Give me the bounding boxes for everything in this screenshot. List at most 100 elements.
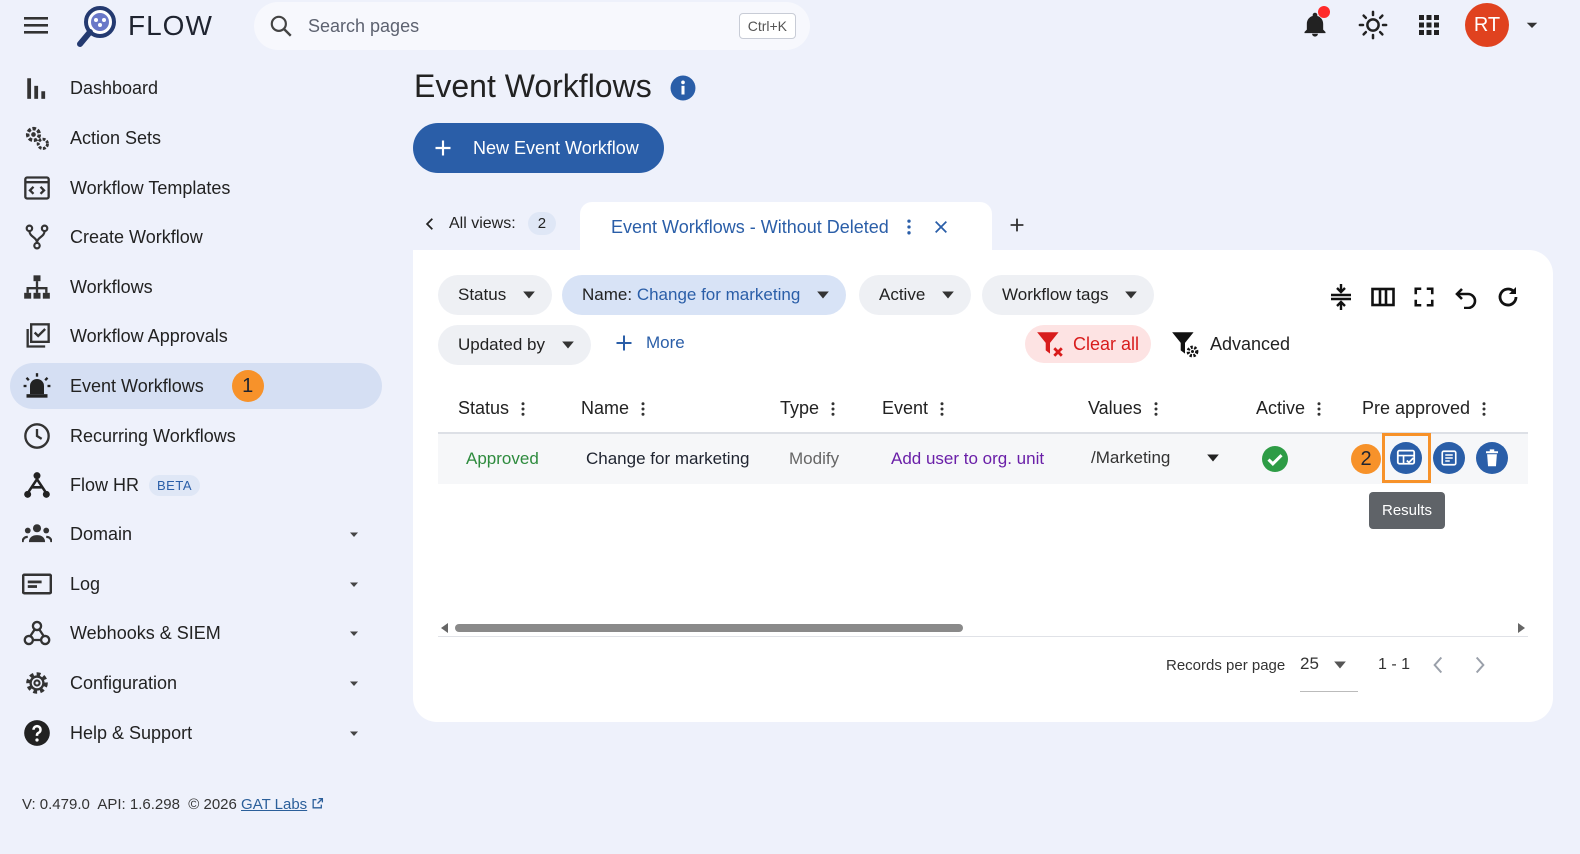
column-header-values[interactable]: Values	[1088, 398, 1160, 419]
advanced-filter-button[interactable]: Advanced	[1170, 329, 1290, 359]
clear-all-label: Clear all	[1073, 333, 1140, 354]
more-vert-icon[interactable]	[1480, 400, 1488, 418]
step-badge: 1	[231, 370, 264, 402]
column-header-type[interactable]: Type	[780, 398, 837, 419]
sidebar-item-action-sets[interactable]: Action Sets	[10, 115, 382, 161]
more-vert-icon[interactable]	[1152, 400, 1160, 418]
caret-down-icon	[942, 291, 955, 299]
more-vert-icon[interactable]	[519, 400, 527, 418]
info-icon	[670, 75, 696, 101]
caret-down-icon	[1334, 661, 1346, 669]
scroll-left-icon[interactable]	[441, 623, 449, 633]
apps-button[interactable]	[1412, 8, 1446, 42]
sidebar-item-flow-hr[interactable]: Flow HR BETA	[10, 462, 382, 508]
sidebar-item-recurring-workflows[interactable]: Recurring Workflows	[10, 413, 382, 459]
user-menu-button[interactable]	[1523, 16, 1541, 34]
column-header-pre-approved[interactable]: Pre approved	[1362, 398, 1488, 419]
copyright: © 2026	[188, 796, 237, 813]
more-vert-icon[interactable]	[639, 400, 647, 418]
search-input[interactable]	[308, 15, 708, 37]
sidebar-item-configuration[interactable]: Configuration	[10, 660, 382, 706]
all-views-button[interactable]: All views: 2	[423, 212, 557, 235]
sidebar-item-create-workflow[interactable]: Create Workflow	[10, 214, 382, 260]
sidebar-item-dashboard[interactable]: Dashboard	[10, 65, 382, 111]
fullscreen-button[interactable]	[1409, 282, 1439, 312]
column-header-label: Pre approved	[1362, 398, 1471, 418]
notifications-button[interactable]	[1298, 6, 1332, 42]
sun-icon	[1358, 10, 1388, 40]
refresh-button[interactable]	[1493, 282, 1523, 312]
filter-active[interactable]: Active	[859, 275, 972, 315]
sidebar-item-webhooks-siem[interactable]: Webhooks & SIEM	[10, 610, 382, 656]
column-header-status[interactable]: Status	[458, 398, 527, 419]
sidebar-item-domain[interactable]: Domain	[10, 511, 382, 557]
more-filters-label: More	[646, 333, 685, 352]
row-values-select[interactable]: /Marketing	[1091, 448, 1220, 468]
column-header-active[interactable]: Active	[1256, 398, 1323, 419]
tab-event-workflows-without-deleted[interactable]: Event Workflows - Without Deleted	[580, 202, 992, 252]
sidebar-item-label: Dashboard	[70, 77, 159, 98]
app-version: V: 0.479.0	[22, 796, 90, 813]
template-icon	[22, 173, 52, 203]
sidebar-item-label: Workflows	[70, 276, 153, 297]
columns-button[interactable]	[1368, 282, 1398, 312]
density-button[interactable]	[1326, 282, 1356, 312]
filter-settings-icon	[1172, 332, 1199, 358]
column-header-label: Event	[882, 398, 929, 418]
sidebar-item-event-workflows[interactable]: Event Workflows 1	[10, 363, 382, 409]
filter-status[interactable]: Status	[438, 275, 553, 315]
webhook-icon	[22, 618, 52, 648]
caret-down-icon	[1207, 454, 1220, 462]
new-event-workflow-button[interactable]: New Event Workflow	[413, 123, 664, 173]
tab-options-button[interactable]	[903, 217, 915, 237]
delete-button[interactable]	[1476, 442, 1508, 474]
row-status: Approved	[466, 449, 539, 468]
more-vert-icon[interactable]	[938, 400, 946, 418]
filter-workflow-tags[interactable]: Workflow tags	[982, 275, 1155, 315]
more-vert-icon[interactable]	[829, 400, 837, 418]
sidebar-item-workflows[interactable]: Workflows	[10, 264, 382, 310]
user-avatar[interactable]: RT	[1465, 3, 1509, 47]
more-filters-button[interactable]: More	[614, 333, 685, 353]
filter-name[interactable]: Name: Change for marketing	[562, 275, 847, 315]
column-header-name[interactable]: Name	[581, 398, 647, 419]
sidebar-item-log[interactable]: Log	[10, 561, 382, 607]
scroll-right-icon[interactable]	[1517, 623, 1525, 633]
records-per-page-select[interactable]: 25	[1300, 654, 1358, 692]
undo-button[interactable]	[1451, 282, 1481, 312]
table-panel	[413, 250, 1553, 722]
flow-logo-icon	[77, 6, 116, 47]
caret-down-icon	[1125, 291, 1138, 299]
add-view-button[interactable]	[1006, 214, 1028, 236]
app-logo[interactable]: FLOW	[76, 4, 213, 48]
next-page-button[interactable]	[1473, 655, 1487, 675]
sidebar-item-workflow-templates[interactable]: Workflow Templates	[10, 165, 382, 211]
row-event-link[interactable]: Add user to org. unit	[891, 449, 1044, 469]
details-button[interactable]	[1433, 442, 1465, 474]
more-vert-icon	[907, 219, 911, 235]
previous-page-button[interactable]	[1431, 655, 1445, 675]
sidebar-item-label: Workflow Approvals	[70, 325, 228, 346]
info-button[interactable]	[670, 75, 696, 101]
filter-name-key: Name:	[582, 285, 633, 304]
clear-all-filters-button[interactable]: Clear all	[1025, 325, 1152, 363]
sidebar-item-workflow-approvals[interactable]: Workflow Approvals	[10, 313, 382, 359]
theme-toggle-button[interactable]	[1356, 8, 1390, 42]
more-vert-icon[interactable]	[1315, 400, 1323, 418]
scrollbar-thumb[interactable]	[455, 624, 963, 632]
caret-down-icon	[350, 731, 358, 736]
results-button[interactable]	[1390, 442, 1422, 474]
row-values: /Marketing	[1091, 448, 1171, 467]
menu-toggle-button[interactable]	[22, 14, 50, 36]
filter-updated-by[interactable]: Updated by	[438, 325, 591, 365]
sidebar-item-label: Event Workflows	[70, 375, 204, 396]
sidebar-item-help-support[interactable]: Help & Support	[10, 710, 382, 756]
caret-down-icon	[350, 631, 358, 636]
tab-close-button[interactable]	[933, 219, 949, 235]
caret-down-icon	[350, 532, 358, 537]
column-header-event[interactable]: Event	[882, 398, 946, 419]
gat-labs-link[interactable]: GAT Labs	[241, 796, 307, 813]
search-bar[interactable]: Ctrl+K	[254, 2, 810, 50]
alarm-light-icon	[22, 371, 52, 401]
sidebar-item-label: Workflow Templates	[70, 177, 231, 198]
